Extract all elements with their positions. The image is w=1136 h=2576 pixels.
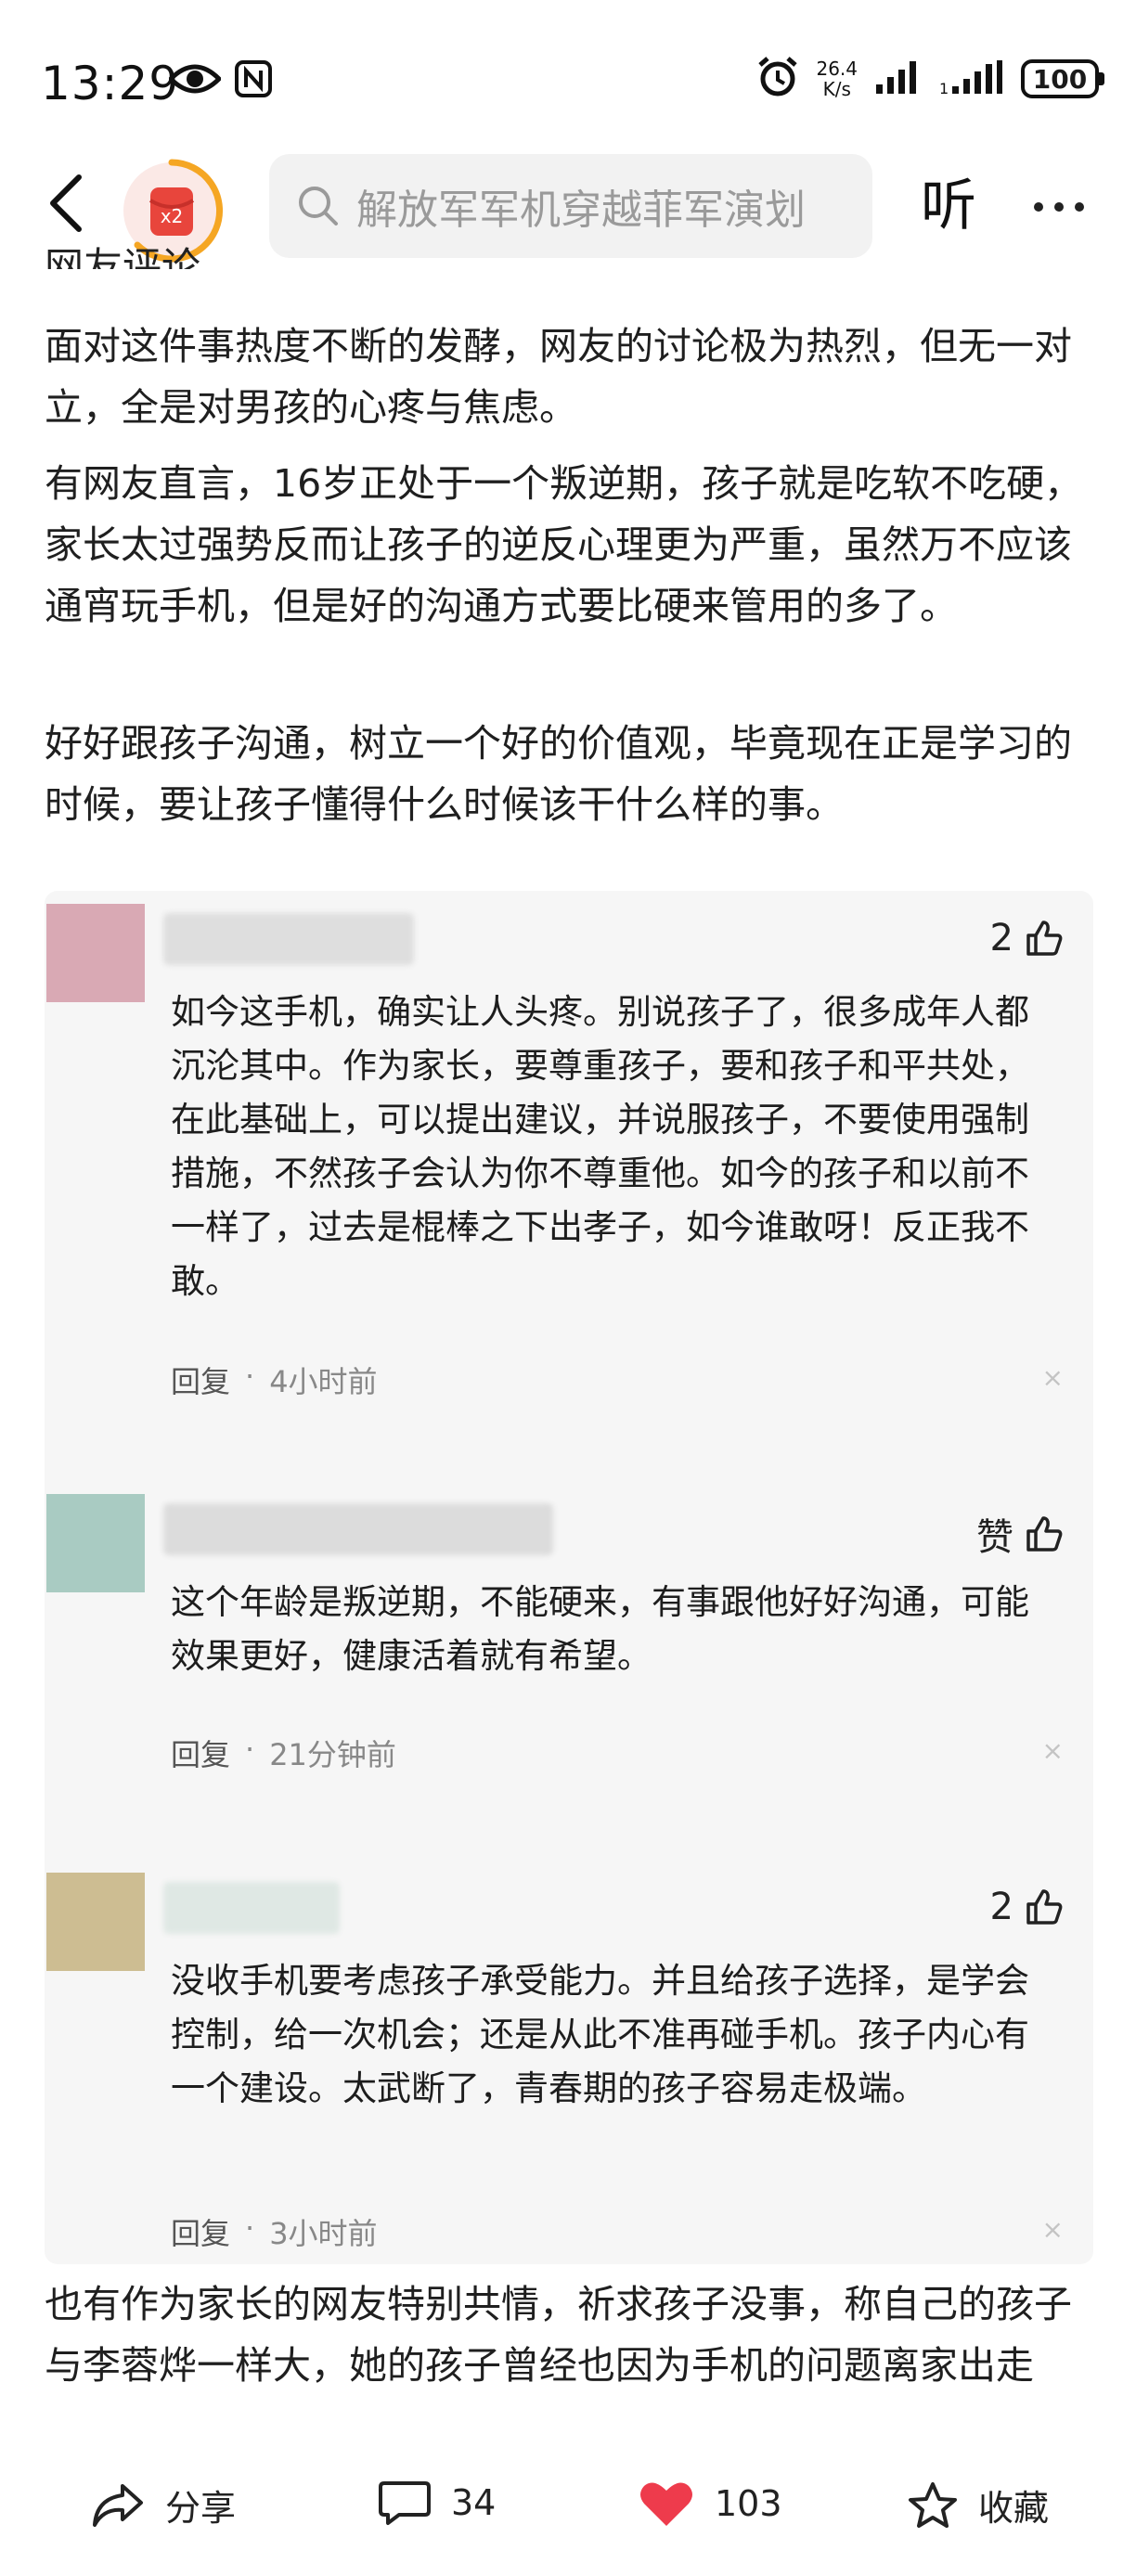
scroll-fade (0, 2413, 1136, 2459)
comment-time: 4小时前 (269, 1364, 378, 1399)
svg-text:1: 1 (939, 80, 949, 96)
comments-button[interactable]: 34 (379, 2479, 496, 2526)
svg-text:x2: x2 (161, 205, 184, 227)
dot-icon (1075, 202, 1084, 212)
dot-icon (1034, 202, 1043, 212)
more-options-button[interactable] (1034, 202, 1084, 212)
thumbs-up-icon (1026, 1516, 1063, 1552)
like-button[interactable]: 2 (990, 917, 1064, 960)
comment-time: 21分钟前 (269, 1737, 396, 1772)
thumbs-up-icon (1026, 921, 1063, 956)
net-speed: 26.4 K/s (816, 58, 858, 100)
signal-icon-2: 1 (939, 58, 1004, 99)
search-icon (299, 187, 338, 225)
like-button[interactable]: 2 (990, 1886, 1064, 1928)
close-icon[interactable]: × (1042, 1362, 1064, 1393)
article-paragraph: 有网友直言，16岁正处于一个叛逆期，孩子就是吃软不吃硬，家长太过强势反而让孩子的… (45, 461, 1083, 628)
comment-icon (379, 2481, 431, 2525)
avatar (46, 904, 145, 1002)
article-paragraph: 也有作为家长的网友特别共情，祈求孩子没事，称自己的孩子与李蓉烨一样大，她的孩子曾… (45, 2282, 1072, 2405)
status-time: 13:29 (41, 57, 180, 110)
search-placeholder: 解放军军机穿越菲军演划 (356, 187, 806, 234)
reply-button[interactable]: 回复 (171, 2210, 230, 2253)
article-paragraph: 面对这件事热度不断的发酵，网友的讨论极为热烈，但无一对立，全是对男孩的心疼与焦虑… (45, 324, 1072, 430)
article-paragraph: 好好跟孩子沟通，树立一个好的价值观，毕竟现在正是学习的时候，要让孩子懂得什么时候… (45, 721, 1072, 827)
alarm-icon (756, 56, 799, 102)
blurred-username (163, 1882, 340, 1934)
avatar (46, 1873, 145, 1971)
close-icon[interactable]: × (1042, 1735, 1064, 1766)
blurred-username (163, 913, 414, 965)
nfc-icon (234, 59, 273, 102)
like-button[interactable]: 赞 (976, 1507, 1064, 1561)
close-icon[interactable]: × (1042, 2214, 1064, 2245)
listen-button[interactable]: 听 (921, 173, 976, 239)
avatar (46, 1494, 145, 1592)
reply-button[interactable]: 回复 (171, 1732, 230, 1774)
comment-text: 没收手机要考虑孩子承受能力。并且给孩子选择，是学会控制，给一次机会；还是从此不准… (171, 1961, 1029, 2108)
blurred-username (163, 1503, 553, 1555)
comment-time: 3小时前 (269, 2216, 378, 2251)
chevron-left-icon (50, 174, 82, 232)
star-icon (909, 2481, 957, 2528)
bottom-action-bar: 分享 34 103 收藏 (0, 2455, 1136, 2576)
favorite-button[interactable]: 收藏 (908, 2479, 1049, 2531)
like-article-button[interactable]: 103 (639, 2479, 782, 2528)
share-button[interactable]: 分享 (91, 2479, 236, 2531)
comment-text: 如今这手机，确实让人头疼。别说孩子了，很多成年人都沉沦其中。作为家长，要尊重孩子… (171, 992, 1029, 1301)
dot-icon (1054, 202, 1064, 212)
reply-button[interactable]: 回复 (171, 1359, 230, 1401)
search-input[interactable]: 解放军军机穿越菲军演划 (269, 154, 872, 258)
comment-text: 这个年龄是叛逆期，不能硬来，有事跟他好好沟通，可能效果更好，健康活着就有希望。 (171, 1582, 1029, 1676)
status-bar: 13:29 26.4 K/s 1 100 (0, 0, 1136, 148)
embedded-comments-screenshot: 2 如今这手机，确实让人头疼。别说孩子了，很多成年人都沉沦其中。作为家长，要尊重… (45, 891, 1093, 2264)
eye-icon (167, 60, 223, 101)
battery-indicator: 100 (1021, 59, 1104, 98)
back-button[interactable] (33, 171, 98, 236)
thumbs-up-icon (1026, 1889, 1063, 1925)
heart-icon (640, 2482, 692, 2526)
share-icon (93, 2483, 143, 2527)
section-heading: 网友评论 (45, 244, 201, 269)
signal-icon (874, 58, 923, 99)
